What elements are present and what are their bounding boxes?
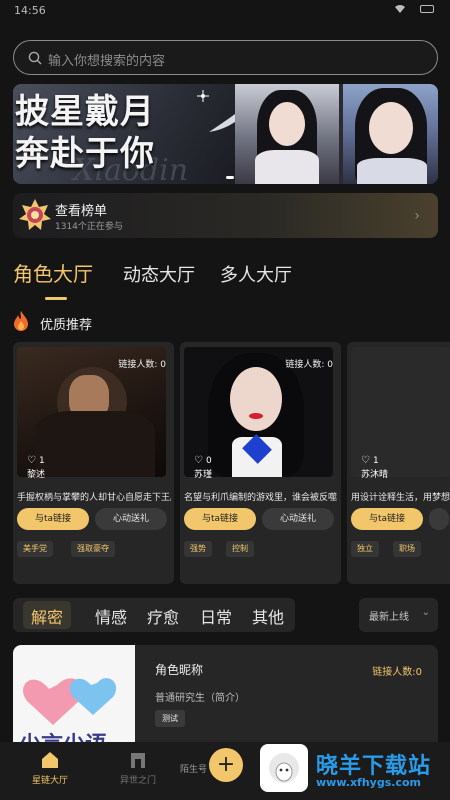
role-card[interactable]: 链接人数: 0 ♡ 1 黎述 手握权柄与掌攀的人却甘心自愿走下王座 与ta链接 心…: [13, 342, 174, 584]
banner-title-line2: 奔赴于你: [15, 134, 155, 174]
active-tab-indicator: [45, 297, 67, 300]
category-emotion[interactable]: 情感: [95, 604, 127, 628]
role-tag: 强势: [184, 541, 212, 557]
like-value: 1: [372, 456, 379, 466]
search-placeholder: 输入你想搜索的内容: [48, 54, 166, 69]
banner-art-left: Xiaodin 披星戴月 奔赴于你: [13, 84, 235, 184]
role-description: 用设计诠释生活，用梦想: [351, 493, 450, 503]
link-count: 链接人数: 0: [285, 360, 333, 370]
like-value: 1: [38, 456, 45, 466]
link-count: 链接人数: 0: [118, 360, 166, 370]
role-name: 苏沐晴: [361, 470, 389, 480]
gate-icon: [131, 753, 145, 768]
create-button[interactable]: +: [209, 748, 243, 782]
status-time: 14:56: [14, 4, 46, 17]
category-other[interactable]: 其他: [252, 604, 284, 628]
search-input[interactable]: 输入你想搜索的内容: [13, 40, 438, 75]
role-tag: 职场: [393, 541, 421, 557]
role-avatar: 少言少语: [13, 645, 135, 755]
link-button[interactable]: 与ta链接: [184, 508, 256, 530]
home-icon: [42, 752, 58, 768]
tab-multiplayer-hall[interactable]: 多人大厅: [220, 261, 292, 287]
watermark: 晓羊下载站 www.xfhygs.com: [258, 742, 450, 800]
sort-dropdown[interactable]: 最新上线 ⌄: [359, 598, 438, 632]
wifi-icon: [395, 5, 405, 13]
role-tag: 美手党: [17, 541, 53, 557]
gift-button[interactable]: 心动送礼: [95, 508, 167, 530]
gift-button[interactable]: [429, 508, 449, 530]
nav-label: 异世之门: [119, 776, 156, 786]
role-card[interactable]: 链接人数: 0 ♡ 0 苏瑾 名望与利爪编制的游戏里，谁会被反噬 与ta链接 心动…: [180, 342, 341, 584]
nav-star-hall[interactable]: 星链大厅: [15, 750, 85, 786]
role-intro: 普通研究生（简介）: [155, 693, 245, 704]
role-description: 名望与利爪编制的游戏里，谁会被反噬: [184, 493, 338, 503]
link-button[interactable]: 与ta链接: [17, 508, 89, 530]
heart-icon: ♡: [27, 455, 36, 466]
role-nickname: 角色昵称: [155, 663, 204, 677]
carousel-indicator[interactable]: [226, 176, 234, 179]
watermark-url: www.xfhygs.com: [316, 776, 421, 789]
nav-other-world[interactable]: 异世之门: [103, 750, 173, 786]
chevron-down-icon: ⌄: [421, 607, 430, 618]
ranking-entry[interactable]: 查看榜单 1314个正在参与 ›: [13, 193, 438, 238]
role-tag: 控制: [226, 541, 254, 557]
like-value: 0: [205, 456, 212, 466]
role-name: 苏瑾: [194, 470, 213, 480]
tab-role-hall[interactable]: 角色大厅: [13, 258, 93, 287]
status-bar: 14:56: [0, 0, 450, 28]
battery-icon: [420, 5, 434, 13]
role-tag: 强取豪夺: [71, 541, 115, 557]
trophy-badge-icon: [19, 199, 51, 230]
like-count[interactable]: ♡ 1: [27, 455, 45, 466]
banner-art-right: [343, 84, 438, 184]
gift-button[interactable]: 心动送礼: [262, 508, 334, 530]
ranking-label: 查看榜单: [55, 204, 108, 219]
category-filter: 解密 情感 疗愈 日常 其他: [13, 598, 295, 632]
nav-partial-label[interactable]: 陌生号: [180, 762, 207, 775]
category-daily[interactable]: 日常: [200, 604, 232, 628]
like-count[interactable]: ♡ 0: [194, 455, 212, 466]
ranking-participants: 1314个正在参与: [55, 222, 123, 232]
banner-carousel[interactable]: Xiaodin 披星戴月 奔赴于你: [13, 84, 438, 184]
fire-icon: [14, 311, 28, 331]
heart-icon: ♡: [194, 455, 203, 466]
tab-moments-hall[interactable]: 动态大厅: [123, 261, 195, 287]
role-tag: 测试: [155, 710, 185, 727]
role-list-item[interactable]: 少言少语 角色昵称 链接人数:0 普通研究生（简介） 测试: [13, 645, 438, 755]
category-healing[interactable]: 疗愈: [147, 604, 179, 628]
banner-art-middle: [235, 84, 339, 184]
category-decrypt[interactable]: 解密: [23, 601, 72, 629]
link-button[interactable]: 与ta链接: [351, 508, 423, 530]
role-card[interactable]: ♡ 1 苏沐晴 用设计诠释生活，用梦想 与ta链接 独立 职场: [347, 342, 450, 584]
sheep-logo-icon: [260, 744, 308, 792]
heart-icon: ♡: [361, 455, 370, 466]
sort-label: 最新上线: [369, 612, 409, 623]
role-description: 手握权柄与掌攀的人却甘心自愿走下王座: [17, 493, 171, 503]
search-icon: [28, 51, 42, 65]
role-name: 黎述: [27, 470, 46, 480]
like-count[interactable]: ♡ 1: [361, 455, 379, 466]
chevron-right-icon: ›: [414, 208, 420, 224]
role-tag: 独立: [351, 541, 379, 557]
nav-label: 星链大厅: [31, 776, 68, 786]
link-count: 链接人数:0: [372, 667, 422, 678]
section-title: 优质推荐: [40, 318, 93, 333]
